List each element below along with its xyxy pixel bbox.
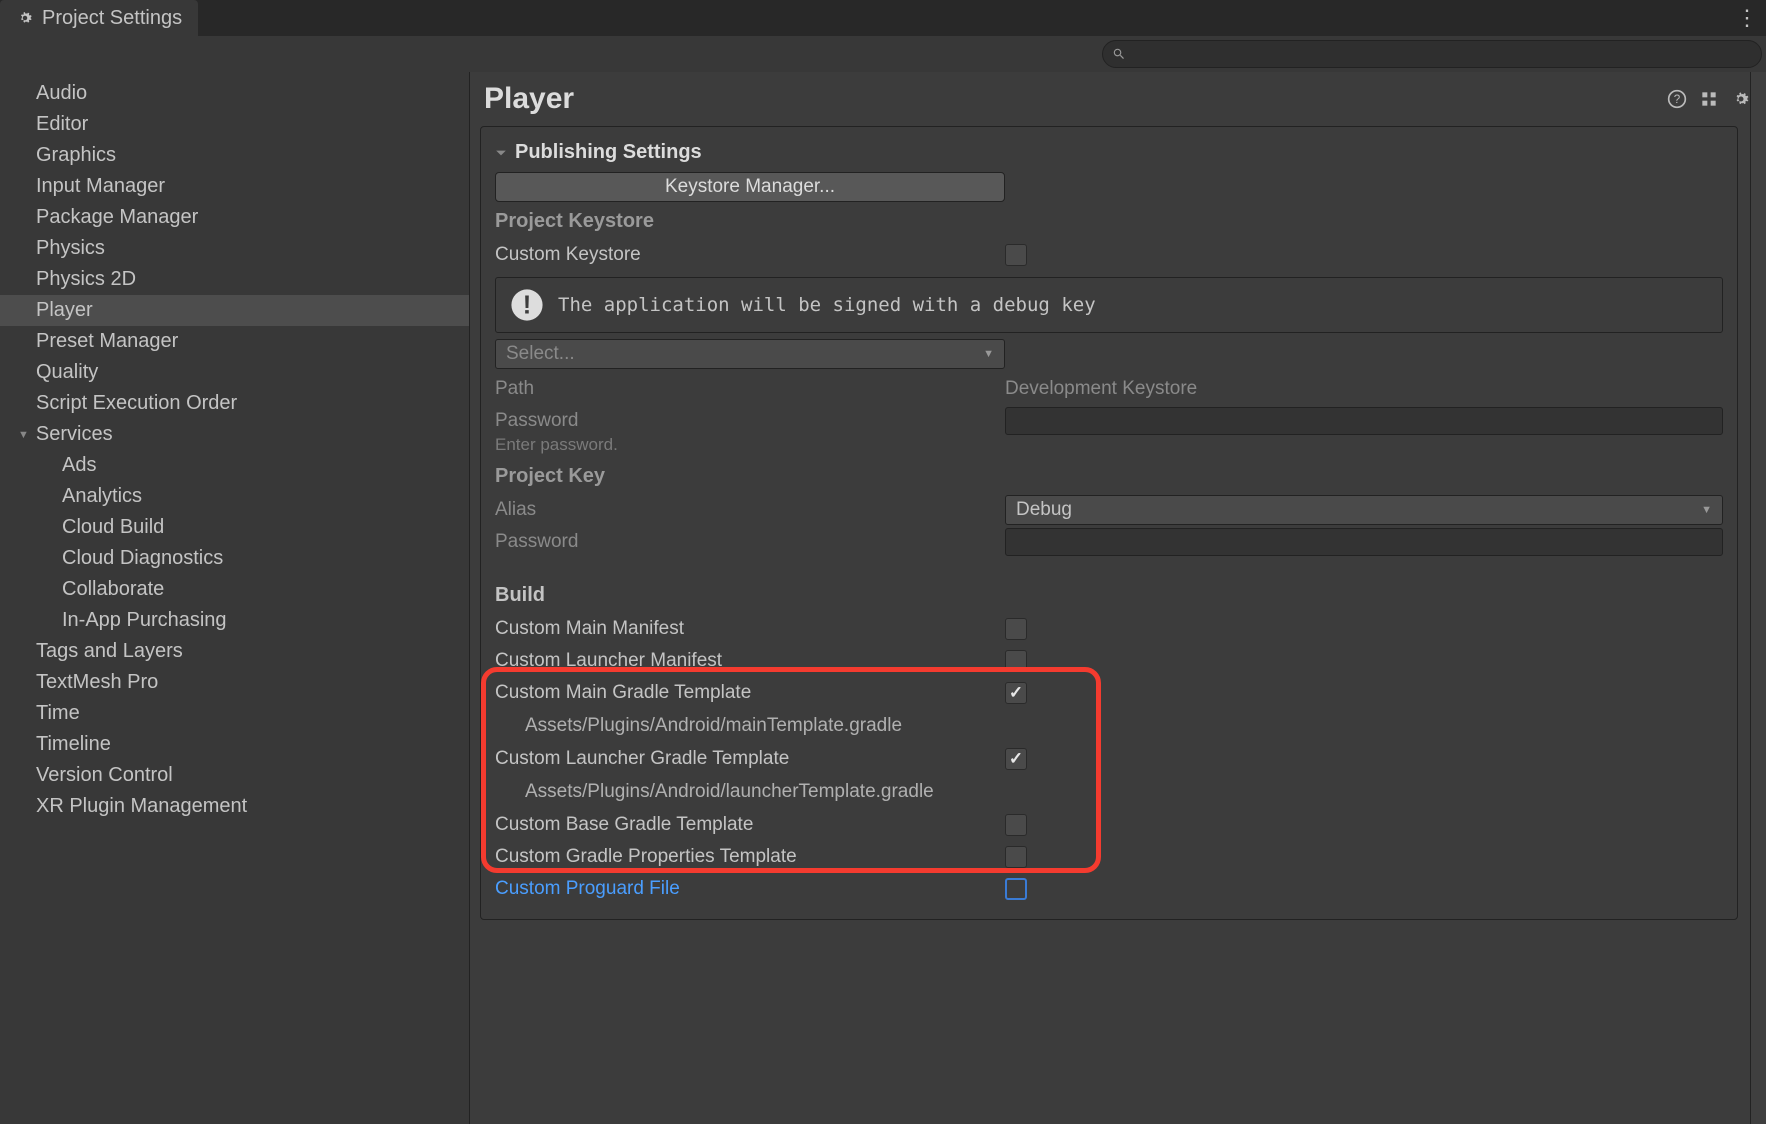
sidebar-item-xr-plugin[interactable]: XR Plugin Management (0, 791, 469, 822)
build-label: Build (495, 584, 1723, 607)
section-label: Publishing Settings (515, 141, 702, 164)
gear-icon[interactable] (1730, 88, 1752, 110)
chevron-down-icon (495, 147, 507, 159)
svg-text:?: ? (1674, 93, 1681, 106)
chevron-down-icon: ▼ (983, 348, 994, 360)
custom-gradle-props-checkbox[interactable] (1005, 846, 1027, 868)
sidebar-item-physics[interactable]: Physics (0, 233, 469, 264)
custom-main-gradle-label: Custom Main Gradle Template (495, 682, 1005, 704)
sidebar-item-analytics[interactable]: Analytics (0, 481, 469, 512)
custom-launcher-gradle-label: Custom Launcher Gradle Template (495, 748, 1005, 770)
content-panel: Player ? Publishing Settings Keystore Ma… (470, 72, 1766, 1124)
path-label: Path (495, 378, 1005, 400)
sidebar-item-iap[interactable]: In-App Purchasing (0, 605, 469, 636)
chevron-down-icon: ▼ (1701, 504, 1712, 516)
sidebar-item-cloud-diagnostics[interactable]: Cloud Diagnostics (0, 543, 469, 574)
sidebar-item-services[interactable]: Services (0, 419, 469, 450)
sidebar-item-time[interactable]: Time (0, 698, 469, 729)
custom-keystore-checkbox[interactable] (1005, 244, 1027, 266)
key-password-label: Password (495, 531, 1005, 553)
page-title: Player (484, 82, 574, 116)
sidebar-item-package-manager[interactable]: Package Manager (0, 202, 469, 233)
info-text: The application will be signed with a de… (558, 294, 1096, 316)
launcher-gradle-path: Assets/Plugins/Android/launcherTemplate.… (495, 775, 1723, 809)
help-icon[interactable]: ? (1666, 88, 1688, 110)
sidebar-item-player[interactable]: Player (0, 295, 469, 326)
svg-text:!: ! (523, 292, 532, 320)
custom-launcher-manifest-label: Custom Launcher Manifest (495, 650, 1005, 672)
sidebar-item-tags-layers[interactable]: Tags and Layers (0, 636, 469, 667)
search-input[interactable] (1102, 40, 1762, 68)
custom-main-manifest-checkbox[interactable] (1005, 618, 1027, 640)
sidebar: Audio Editor Graphics Input Manager Pack… (0, 72, 470, 1124)
keystore-select[interactable]: Select... ▼ (495, 339, 1005, 369)
sidebar-item-physics-2d[interactable]: Physics 2D (0, 264, 469, 295)
sidebar-item-audio[interactable]: Audio (0, 78, 469, 109)
sidebar-item-ads[interactable]: Ads (0, 450, 469, 481)
sidebar-item-cloud-build[interactable]: Cloud Build (0, 512, 469, 543)
more-icon[interactable]: ⋮ (1736, 5, 1756, 31)
sidebar-item-textmesh-pro[interactable]: TextMesh Pro (0, 667, 469, 698)
custom-main-manifest-label: Custom Main Manifest (495, 618, 1005, 640)
sidebar-item-script-exec-order[interactable]: Script Execution Order (0, 388, 469, 419)
password-hint: Enter password. (495, 435, 1723, 455)
main-gradle-path: Assets/Plugins/Android/mainTemplate.grad… (495, 709, 1723, 743)
alias-label: Alias (495, 499, 1005, 521)
search-icon (1112, 47, 1126, 61)
tab-project-settings[interactable]: Project Settings (0, 0, 198, 36)
key-password-input[interactable] (1005, 528, 1723, 556)
tab-title: Project Settings (42, 7, 182, 30)
keystore-manager-button[interactable]: Keystore Manager... (495, 172, 1005, 202)
sidebar-item-timeline[interactable]: Timeline (0, 729, 469, 760)
sidebar-item-collaborate[interactable]: Collaborate (0, 574, 469, 605)
keystore-password-input[interactable] (1005, 407, 1723, 435)
select-value: Select... (506, 343, 575, 365)
project-keystore-label: Project Keystore (495, 210, 1723, 233)
info-icon: ! (510, 288, 544, 322)
project-key-label: Project Key (495, 465, 1723, 488)
presets-icon[interactable] (1698, 88, 1720, 110)
sidebar-item-graphics[interactable]: Graphics (0, 140, 469, 171)
custom-base-gradle-label: Custom Base Gradle Template (495, 814, 1005, 836)
sidebar-item-editor[interactable]: Editor (0, 109, 469, 140)
password-label: Password (495, 410, 1005, 432)
sidebar-item-preset-manager[interactable]: Preset Manager (0, 326, 469, 357)
custom-launcher-manifest-checkbox[interactable] (1005, 650, 1027, 672)
alias-value: Debug (1016, 499, 1072, 521)
sidebar-item-version-control[interactable]: Version Control (0, 760, 469, 791)
custom-launcher-gradle-checkbox[interactable] (1005, 748, 1027, 770)
gear-icon (16, 9, 34, 27)
tab-bar: Project Settings ⋮ (0, 0, 1766, 36)
sidebar-item-input-manager[interactable]: Input Manager (0, 171, 469, 202)
custom-keystore-label: Custom Keystore (495, 244, 1005, 266)
custom-proguard-label: Custom Proguard File (495, 878, 1005, 900)
custom-proguard-checkbox[interactable] (1005, 878, 1027, 900)
path-value: Development Keystore (1005, 378, 1723, 400)
custom-gradle-props-label: Custom Gradle Properties Template (495, 846, 1005, 868)
publishing-settings-foldout[interactable]: Publishing Settings (495, 137, 1723, 168)
right-sliver (1750, 72, 1766, 1124)
info-box: ! The application will be signed with a … (495, 277, 1723, 333)
custom-main-gradle-checkbox[interactable] (1005, 682, 1027, 704)
search-bar (0, 36, 1766, 72)
alias-select[interactable]: Debug ▼ (1005, 495, 1723, 525)
custom-base-gradle-checkbox[interactable] (1005, 814, 1027, 836)
sidebar-item-quality[interactable]: Quality (0, 357, 469, 388)
